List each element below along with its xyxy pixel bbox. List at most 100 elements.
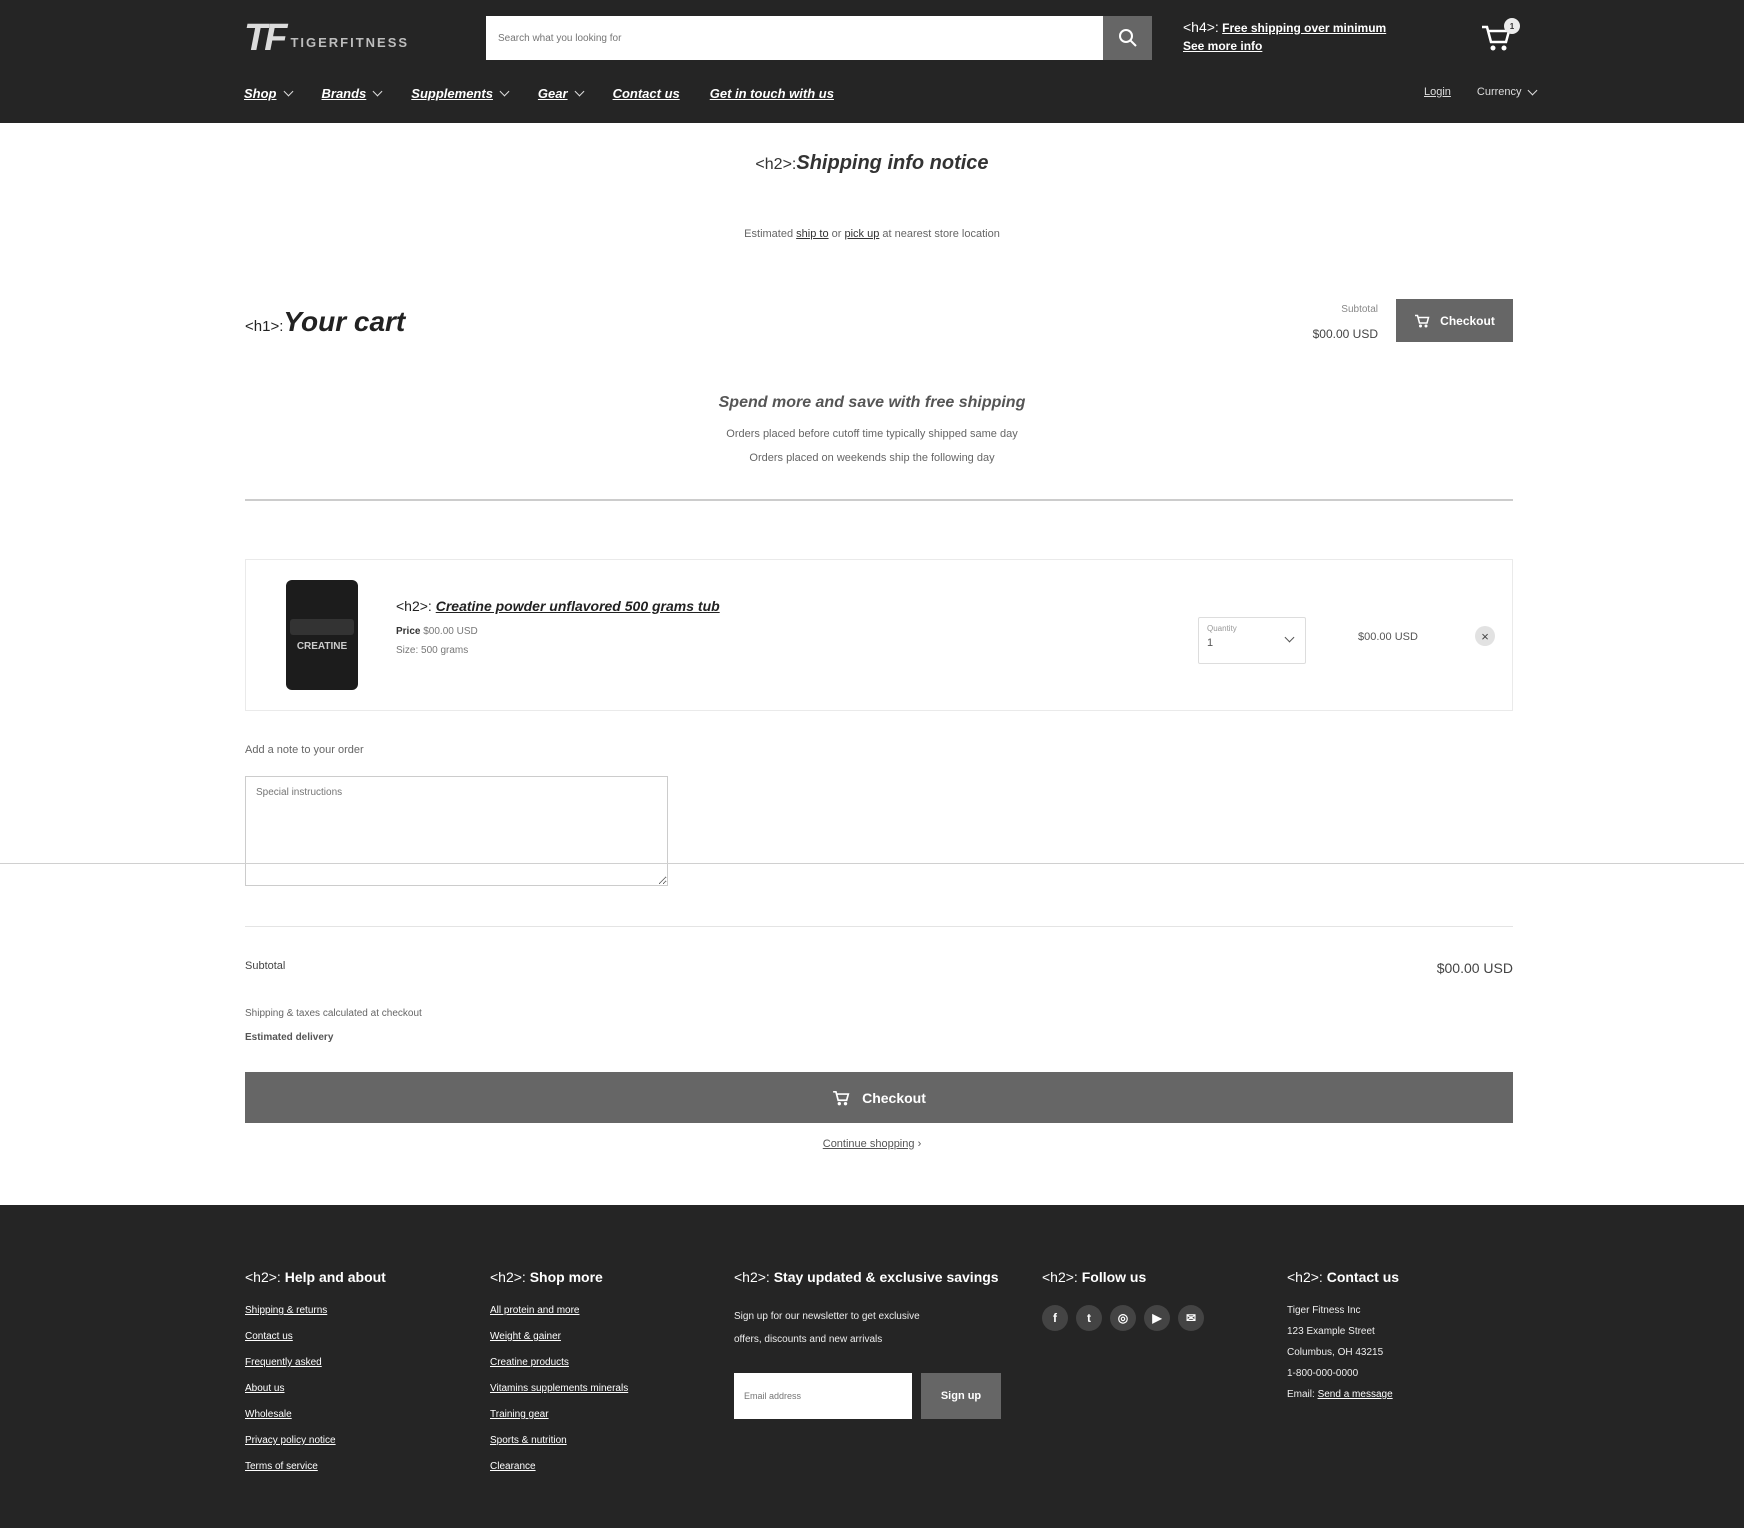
footer-link[interactable]: Creatine products [490,1357,710,1368]
footer-link[interactable]: Weight & gainer [490,1331,710,1342]
main-nav: Shop Brands Supplements Gear Contact us … [244,86,834,101]
item-price: Price $00.00 USD [396,626,1076,637]
product-image[interactable]: CREATINE [286,580,358,690]
page-title: <h1>:Your cart [245,306,405,338]
contact-email-link[interactable]: Send a message [1318,1389,1393,1400]
item-title: <h2>: Creatine powder unflavored 500 gra… [396,598,1076,614]
footer-col-help: <h2>: Help and about Shipping & returns … [245,1267,465,1487]
continue-shopping: Continue shopping › [0,1138,1744,1150]
promo-heading: Spend more and save with free shipping [718,394,1026,411]
footer-link[interactable]: Sports & nutrition [490,1435,710,1446]
newsletter-submit-button[interactable]: Sign up [921,1373,1001,1419]
login-link[interactable]: Login [1424,86,1451,98]
checkout-label: Checkout [1440,313,1495,328]
promo-line: Orders placed on weekends ship the follo… [749,452,995,464]
delivery-note: Estimated delivery [245,1032,334,1043]
price-value: $00.00 USD [423,626,478,637]
subtotal-value: $00.00 USD [1312,327,1378,341]
chevron-right-icon: › [917,1138,922,1150]
footer-col-newsletter: <h2>: Stay updated & exclusive savings S… [734,1267,1004,1419]
subtotal-value: $00.00 USD [1436,960,1513,976]
contact-line: Tiger Fitness Inc [1287,1305,1361,1316]
youtube-icon[interactable]: ▶ [1144,1305,1170,1331]
divider [245,926,1513,927]
shipping-notice-title: <h2>:Shipping info notice [0,152,1744,175]
footer-heading-text: Follow us [1081,1269,1147,1285]
site-header: TF TIGERFITNESS <h4>: Free shipping over… [0,0,1744,123]
nav-item-shop[interactable]: Shop [244,86,293,101]
checkout-button-top[interactable]: Checkout [1396,299,1513,342]
order-note-label: Add a note to your order [245,744,364,756]
newsletter-email-input[interactable] [734,1373,912,1419]
footer-link[interactable]: Vitamins supplements minerals [490,1383,710,1394]
logo[interactable]: TF TIGERFITNESS [244,17,466,59]
currency-label: Currency [1476,86,1522,98]
checkout-label: Checkout [862,1089,926,1106]
footer-link[interactable]: About us [245,1383,465,1394]
facebook-icon[interactable]: f [1042,1305,1068,1331]
notice-heading: Shipping info notice [796,152,989,174]
notice-text: at nearest store location [882,228,1000,240]
product-image-label: CREATINE [296,640,348,652]
promo-link[interactable]: Free shipping over minimum [1222,21,1386,35]
notice-link-pickup[interactable]: pick up [844,228,879,240]
cart-icon [1415,314,1430,327]
currency-selector[interactable]: Currency [1476,85,1537,98]
footer-link[interactable]: All protein and more [490,1305,710,1316]
tax-note: Shipping & taxes calculated at checkout … [245,1002,422,1050]
checkout-button[interactable]: Checkout [245,1072,1513,1123]
heading-tag: <h1>: [245,318,284,335]
footer-link[interactable]: Wholesale [245,1409,465,1420]
notice-text: or [831,228,842,240]
footer-link[interactable]: Clearance [490,1461,710,1472]
continue-shopping-link[interactable]: Continue shopping [823,1138,915,1150]
heading-tag: <h2>: [396,598,432,614]
footer-link[interactable]: Frequently asked [245,1357,465,1368]
chevron-down-icon [283,86,293,97]
top-subtotal: Subtotal $00.00 USD [1270,298,1378,346]
footer-link[interactable]: Training gear [490,1409,710,1420]
nav-item-get-in-touch[interactable]: Get in touch with us [710,86,834,101]
nav-label: Shop [244,86,277,101]
footer-link[interactable]: Privacy policy notice [245,1435,465,1446]
price-label: Price [396,626,421,637]
instagram-icon[interactable]: ◎ [1110,1305,1136,1331]
nav-label: Gear [537,86,568,101]
quantity-label: Quantity [1207,624,1237,633]
nav-item-supplements[interactable]: Supplements [411,86,510,101]
heading-tag: <h2>: [490,1269,526,1285]
search-button[interactable] [1103,16,1152,60]
email-icon[interactable]: ✉ [1178,1305,1204,1331]
nav-item-brands[interactable]: Brands [322,86,383,101]
contact-info: Tiger Fitness Inc 123 Example Street Col… [1287,1305,1507,1400]
contact-line: Columbus, OH 43215 [1287,1347,1384,1358]
footer-link[interactable]: Contact us [245,1331,465,1342]
item-title-link[interactable]: Creatine powder unflavored 500 grams tub [436,598,720,614]
footer-col-contact: <h2>: Contact us Tiger Fitness Inc 123 E… [1287,1267,1507,1410]
order-note-field[interactable] [245,776,668,886]
promo-more-link[interactable]: See more info [1183,39,1262,53]
newsletter-text: offers, discounts and new arrivals [734,1334,883,1345]
product-lid [290,618,354,635]
search-input[interactable] [486,16,1103,60]
remove-item-button[interactable]: × [1475,626,1495,646]
footer-link[interactable]: Terms of service [245,1461,465,1472]
nav-item-gear[interactable]: Gear [537,86,585,101]
quantity-selector[interactable]: Quantity 1 [1198,617,1306,664]
contact-line: 1-800-000-0000 [1287,1368,1359,1379]
divider [245,499,1513,501]
header-promo: <h4>: Free shipping over minimum See mor… [1183,18,1413,55]
site-footer: <h2>: Help and about Shipping & returns … [0,1205,1744,1528]
nav-utilities: Login Currency [1424,85,1537,98]
twitter-icon[interactable]: t [1076,1305,1102,1331]
footer-heading: <h2>: Contact us [1287,1267,1507,1287]
nav-label: Contact us [612,86,680,101]
notice-text: Estimated [744,228,794,240]
nav-item-contact[interactable]: Contact us [613,86,680,101]
page-title-text: Your cart [283,306,406,337]
notice-link-ship[interactable]: ship to [796,228,828,240]
chevron-down-icon [372,86,383,97]
chevron-down-icon [499,86,510,97]
footer-link[interactable]: Shipping & returns [245,1305,465,1316]
contact-line: Email: Send a message [1287,1389,1507,1400]
